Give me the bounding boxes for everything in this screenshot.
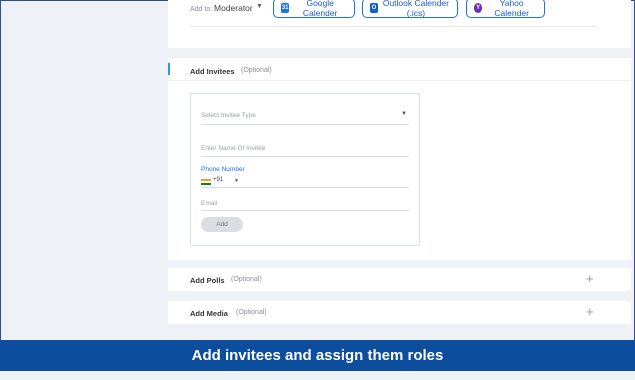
field-underline (201, 124, 409, 125)
invitees-title: Add Invitees (190, 67, 235, 76)
caret-down-icon[interactable]: ▼ (256, 3, 263, 10)
outlook-calendar-button[interactable]: O Outlook Calender (.ics) (362, 0, 458, 18)
phone-number-label: Phone Number (201, 166, 245, 173)
yahoo-calendar-label: Yahoo Calender (494, 0, 529, 18)
field-underline (201, 210, 409, 211)
bottom-strip (0, 370, 635, 380)
google-calendar-button[interactable]: 31 Google Calender (273, 0, 355, 18)
polls-section[interactable]: Add Polls (Optional) + (168, 268, 631, 291)
plus-icon[interactable]: + (586, 271, 594, 286)
invitees-optional: (Optional) (241, 67, 272, 74)
caret-down-icon[interactable]: ▼ (401, 111, 407, 117)
country-code[interactable]: +91 (213, 177, 223, 183)
email-input[interactable]: Email (201, 200, 217, 207)
google-calendar-label: Google Calender (302, 0, 338, 18)
calendar-card: Add to: Moderator ▼ 31 Google Calender O… (168, 0, 631, 48)
india-flag-icon[interactable] (201, 179, 211, 185)
divider (168, 80, 631, 81)
media-section[interactable]: Add Media (Optional) + (168, 301, 631, 324)
invitee-form: Select Invitee Type ▼ Enter Name Of Invi… (190, 93, 420, 246)
invitees-card: Add Invitees (Optional) Select Invitee T… (168, 58, 631, 260)
google-calendar-icon: 31 (281, 3, 290, 13)
role-select[interactable]: Moderator (214, 3, 253, 13)
section-accent (168, 63, 170, 75)
add-to-label: Add to: (190, 6, 213, 13)
invitee-name-input[interactable]: Enter Name Of Invitee (201, 145, 265, 152)
yahoo-icon: Y (474, 3, 483, 13)
field-underline (201, 156, 409, 157)
plus-icon[interactable]: + (586, 304, 594, 319)
invitee-type-select[interactable]: Select Invitee Type (201, 112, 256, 119)
media-title: Add Media (190, 309, 228, 318)
polls-title: Add Polls (190, 276, 225, 285)
outlook-icon: O (370, 3, 378, 13)
polls-optional: (Optional) (231, 276, 262, 283)
yahoo-calendar-button[interactable]: Y Yahoo Calender (466, 0, 545, 18)
outlook-calendar-label: Outlook Calender (.ics) (382, 0, 449, 18)
phone-input[interactable] (201, 187, 409, 188)
caption-banner: Add invitees and assign them roles (0, 340, 635, 370)
add-invitee-button[interactable]: Add (201, 217, 243, 232)
media-optional: (Optional) (236, 309, 267, 316)
caption-text: Add invitees and assign them roles (191, 346, 444, 364)
divider (190, 26, 596, 27)
caret-down-icon[interactable]: ▼ (234, 178, 239, 184)
